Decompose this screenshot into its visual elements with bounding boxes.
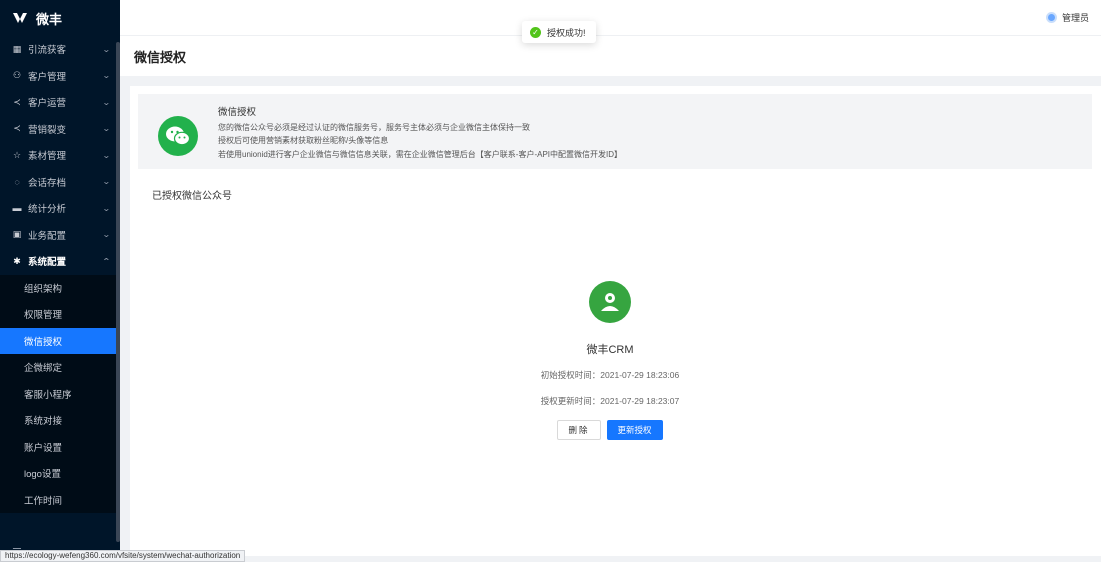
sidebar-item-label: 会话存档 xyxy=(28,177,67,189)
bar-chart-icon: ▬ xyxy=(12,203,22,214)
page-title: 微信授权 xyxy=(134,49,187,65)
users-icon: ⚇ xyxy=(12,70,22,81)
sidebar-subitem[interactable]: 客服小程序 xyxy=(0,380,120,407)
logo-icon xyxy=(13,13,27,23)
sidebar-item[interactable]: ✱ 系统配置 ⌃ xyxy=(0,248,120,275)
chevron-down-icon: ⌄ xyxy=(102,97,112,107)
sidebar-subitem[interactable]: 系统对接 xyxy=(0,407,120,434)
chevron-down-icon: ⌄ xyxy=(102,124,112,134)
sidebar-item-label: 素材管理 xyxy=(28,151,67,163)
sidebar-item[interactable]: ◌ 会话存档 ⌄ xyxy=(0,169,120,196)
sidebar-item[interactable]: ▦ 引流获客 ⌄ xyxy=(0,36,120,63)
delete-button[interactable]: 删除 xyxy=(557,420,601,440)
sidebar-item[interactable]: ⚇ 客户管理 ⌄ xyxy=(0,63,120,90)
sidebar-item-label: 营销裂变 xyxy=(28,124,67,136)
first-auth-time: 初始授权时间：2021-07-29 18:23:06 xyxy=(540,370,680,380)
app-logo[interactable]: 微丰 xyxy=(0,0,120,36)
chat-icon: ◌ xyxy=(14,176,20,187)
grid-icon: ▣ xyxy=(12,229,22,240)
info-line: 授权后可使用营销素材获取粉丝昵称/头像等信息 xyxy=(218,136,389,145)
sidebar-scrollbar[interactable] xyxy=(116,42,120,542)
sidebar-subitem[interactable]: 账户设置 xyxy=(0,433,120,460)
sidebar-menu: ▦ 引流获客 ⌄ ⚇ 客户管理 ⌄ ≺ 客户运营 ⌄ ≺ 营销裂变 ⌄ ☆ 素材管理 ⌄ ◌ 会话存档 ⌄ ▬ 统计分… xyxy=(0,36,120,513)
sidebar-item-label: 业务配置 xyxy=(28,230,67,242)
section-label: 已授权微信公众号 xyxy=(152,191,232,202)
chevron-up-icon: ⌃ xyxy=(102,256,112,266)
sidebar-item-label: 客户运营 xyxy=(28,98,67,110)
browser-status-url: https://ecology-wefeng360.com/vfsite/sys… xyxy=(0,550,246,562)
sidebar-item[interactable]: ☆ 素材管理 ⌄ xyxy=(0,142,120,169)
qr-code-icon: ▦ xyxy=(12,43,22,54)
authorized-account: 微丰CRM 初始授权时间：2021-07-29 18:23:06 授权更新时间：… xyxy=(530,281,690,440)
avatar xyxy=(1045,12,1057,23)
sidebar-subitem[interactable]: logo设置 xyxy=(0,460,120,487)
user-name: 管理员 xyxy=(1061,13,1089,23)
sidebar-item-label: 客户管理 xyxy=(28,71,67,83)
sidebar-item[interactable]: ▣ 业务配置 ⌄ xyxy=(0,222,120,249)
sidebar-item[interactable]: ≺ 客户运营 ⌄ xyxy=(0,89,120,116)
wechat-icon xyxy=(158,116,198,156)
chevron-down-icon: ⌄ xyxy=(102,177,112,187)
chevron-down-icon: ⌄ xyxy=(102,230,112,240)
user-icon xyxy=(601,293,619,311)
star-icon: ☆ xyxy=(12,149,22,160)
sidebar-subitem[interactable]: 工作时间 xyxy=(0,486,120,513)
info-panel: 微信授权 您的微信公众号必须是经过认证的微信服务号，服务号主体必须与企业微信主体… xyxy=(138,94,1092,169)
page-header: 微信授权 xyxy=(120,36,1101,76)
check-circle-icon: ✓ xyxy=(530,26,541,38)
content-card: 微信授权 您的微信公众号必须是经过认证的微信服务号，服务号主体必须与企业微信主体… xyxy=(130,86,1101,556)
chevron-down-icon: ⌄ xyxy=(102,203,112,213)
gear-icon: ✱ xyxy=(13,255,21,266)
account-actions: 删除 更新授权 xyxy=(530,420,690,440)
share-icon: ≺ xyxy=(13,123,21,134)
info-text: 微信授权 您的微信公众号必须是经过认证的微信服务号，服务号主体必须与企业微信主体… xyxy=(218,106,622,161)
sidebar-subitem[interactable]: 权限管理 xyxy=(0,301,120,328)
info-line: 您的微信公众号必须是经过认证的微信服务号，服务号主体必须与企业微信主体保持一致 xyxy=(218,122,530,132)
sidebar: 微丰 ▦ 引流获客 ⌄ ⚇ 客户管理 ⌄ ≺ 客户运营 ⌄ ≺ 营销裂变 ⌄ ☆ 素材管理 ⌄ ◌ 会话存档 ⌄ ▬… xyxy=(0,0,120,562)
sidebar-item-label: 系统配置 xyxy=(28,257,67,269)
info-title: 微信授权 xyxy=(218,107,257,118)
updated-auth-time: 授权更新时间：2021-07-29 18:23:07 xyxy=(540,396,680,406)
sidebar-item[interactable]: ▬ 统计分析 ⌄ xyxy=(0,195,120,222)
chevron-down-icon: ⌄ xyxy=(102,44,112,54)
account-avatar xyxy=(589,281,631,323)
update-authorization-button[interactable]: 更新授权 xyxy=(606,420,663,440)
app-name: 微丰 xyxy=(36,11,63,27)
sidebar-item-label: 统计分析 xyxy=(28,204,67,216)
user-menu[interactable]: 管理员 xyxy=(1045,11,1089,24)
chevron-down-icon: ⌄ xyxy=(102,71,112,81)
sidebar-item[interactable]: ≺ 营销裂变 ⌄ xyxy=(0,116,120,143)
sidebar-subitem[interactable]: 微信授权 xyxy=(0,327,120,354)
sidebar-subitem[interactable]: 组织架构 xyxy=(0,274,120,301)
account-name: 微丰CRM xyxy=(586,344,634,356)
sidebar-subitem[interactable]: 企微绑定 xyxy=(0,354,120,381)
success-toast: ✓ 授权成功! xyxy=(522,21,596,43)
top-bar: 管理员 xyxy=(120,0,1101,36)
sidebar-item-label: 引流获客 xyxy=(28,45,67,57)
chevron-down-icon: ⌄ xyxy=(102,150,112,160)
info-line: 若使用unionid进行客户企业微信与微信信息关联，需在企业微信管理后台【客户联… xyxy=(218,149,623,159)
share-icon: ≺ xyxy=(13,96,21,107)
toast-text: 授权成功! xyxy=(547,27,586,38)
